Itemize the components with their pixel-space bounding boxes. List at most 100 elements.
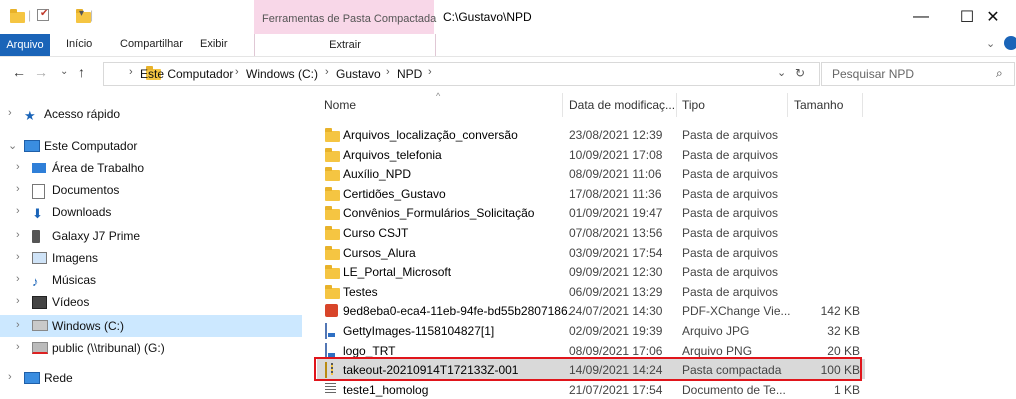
sidebar-item-downloads[interactable]: › ⬇ Downloads xyxy=(0,201,302,223)
back-arrow-icon[interactable]: ← xyxy=(12,64,26,80)
file-name: Certidões_Gustavo xyxy=(343,187,446,201)
address-dropdown-icon[interactable]: ⌄ xyxy=(777,66,786,79)
column-divider[interactable] xyxy=(787,93,788,117)
sidebar-item-rea-de-trabalho[interactable]: › Área de Trabalho xyxy=(0,157,302,179)
highlight-box xyxy=(314,357,862,381)
column-header-date[interactable]: Data de modificaç... xyxy=(569,98,675,112)
chevron-right-icon[interactable]: › xyxy=(8,371,12,383)
sidebar-item-documentos[interactable]: › Documentos xyxy=(0,179,302,201)
sidebar-item-label: Galaxy J7 Prime xyxy=(52,229,141,243)
chevron-right-icon[interactable]: › xyxy=(16,205,20,217)
breadcrumb-separator: › xyxy=(386,66,390,78)
column-divider[interactable] xyxy=(562,93,563,117)
column-header-size[interactable]: Tamanho xyxy=(794,98,843,112)
chevron-right-icon[interactable]: › xyxy=(16,183,20,195)
file-type: Pasta de arquivos xyxy=(682,128,779,142)
sidebar-item-public-tribunal-g[interactable]: › public (\\tribunal) (G:) xyxy=(0,337,302,359)
chevron-right-icon[interactable]: › xyxy=(16,229,20,241)
breadcrumb-separator: › xyxy=(325,66,329,78)
file-type: Pasta de arquivos xyxy=(682,187,779,201)
sidebar-item-windows-c[interactable]: › Windows (C:) xyxy=(0,315,302,337)
desktop-icon xyxy=(32,162,46,176)
file-date: 21/07/2021 17:54 xyxy=(569,383,663,397)
sidebar-item-v-deos[interactable]: › Vídeos xyxy=(0,291,302,313)
sidebar-item-imagens[interactable]: › Imagens xyxy=(0,247,302,269)
up-arrow-icon[interactable]: ↑ xyxy=(78,64,85,80)
drive-icon xyxy=(32,320,48,334)
network-drive-icon xyxy=(32,342,48,357)
sidebar-item-rede[interactable]: › Rede xyxy=(0,367,302,389)
tab-extrair[interactable]: Extrair xyxy=(254,34,436,56)
chevron-right-icon[interactable]: › xyxy=(16,319,20,331)
file-date: 07/08/2021 13:56 xyxy=(569,226,663,240)
refresh-icon[interactable]: ↻ xyxy=(795,66,805,80)
sidebar-item-label: Windows (C:) xyxy=(52,319,125,333)
breadcrumb-npd[interactable]: NPD xyxy=(397,67,422,81)
forward-arrow-icon[interactable]: → xyxy=(34,64,48,80)
breadcrumb-windows-c[interactable]: Windows (C:) xyxy=(246,67,318,81)
file-type: Pasta de arquivos xyxy=(682,167,779,181)
tab-exibir[interactable]: Exibir xyxy=(200,38,228,50)
sidebar-item-acesso-r-pido[interactable]: › ★ Acesso rápido xyxy=(0,103,302,125)
help-icon[interactable] xyxy=(1004,36,1016,50)
table-row[interactable]: Auxílio_NPD 08/09/2021 11:06 Pasta de arqu… xyxy=(317,163,865,183)
close-button[interactable]: ✕ xyxy=(970,0,1016,34)
file-size: 142 KB xyxy=(820,304,860,318)
table-row[interactable]: Cursos_Alura 03/09/2021 17:54 Pasta de arq… xyxy=(317,242,865,262)
table-row[interactable]: Convênios_Formulários_Solicitação 01/09/2… xyxy=(317,202,865,222)
properties-icon[interactable]: ✔ xyxy=(37,8,49,21)
customize-quick-access-icon[interactable]: ▾ xyxy=(79,8,84,19)
file-size: 1 KB xyxy=(833,383,860,397)
column-divider[interactable] xyxy=(862,93,863,117)
breadcrumb-separator: › xyxy=(235,66,239,78)
column-header-name[interactable]: Nome xyxy=(324,98,356,112)
table-row[interactable]: Certidões_Gustavo 17/08/2021 11:36 Pasta d… xyxy=(317,183,865,203)
table-row[interactable]: teste1_homolog 21/07/2021 17:54 Documento … xyxy=(317,379,865,399)
documents-icon xyxy=(32,184,45,202)
table-row[interactable]: Testes 06/09/2021 13:29 Pasta de arquivos xyxy=(317,281,865,301)
minimize-icon: — xyxy=(913,8,929,25)
expand-ribbon-icon[interactable]: ⌄ xyxy=(986,37,995,50)
file-name: GettyImages-1158104827[1] xyxy=(343,324,495,338)
search-icon[interactable]: ⌕ xyxy=(996,66,1003,81)
file-date: 23/08/2021 12:39 xyxy=(569,128,663,142)
file-date: 09/09/2021 12:30 xyxy=(569,265,663,279)
table-row[interactable]: GettyImages-1158104827[1] 02/09/2021 19:3… xyxy=(317,320,865,340)
minimize-button[interactable]: — xyxy=(898,0,944,34)
sidebar-item-galaxy-j7-prime[interactable]: › Galaxy J7 Prime xyxy=(0,225,302,247)
breadcrumb-gustavo[interactable]: Gustavo xyxy=(336,67,381,81)
chevron-right-icon[interactable]: › xyxy=(16,161,20,173)
music-icon: ♪ xyxy=(32,274,39,289)
file-date: 24/07/2021 14:30 xyxy=(569,304,663,318)
sidebar-item-m-sicas[interactable]: › ♪ Músicas xyxy=(0,269,302,291)
table-row[interactable]: Arquivos_localização_conversão 23/08/2021… xyxy=(317,124,865,144)
table-row[interactable]: Arquivos_telefonia 10/09/2021 17:08 Pasta … xyxy=(317,144,865,164)
table-row[interactable]: LE_Portal_Microsoft 09/09/2021 12:30 Pasta… xyxy=(317,261,865,281)
column-header-type[interactable]: Tipo xyxy=(682,98,705,112)
sidebar-item-label: Acesso rápido xyxy=(44,107,121,121)
tab-inicio[interactable]: Início xyxy=(66,38,92,50)
folder-icon xyxy=(325,265,340,279)
tab-compartilhar[interactable]: Compartilhar xyxy=(120,38,183,50)
sidebar-item-este-computador[interactable]: ⌄ Este Computador xyxy=(0,135,302,157)
file-date: 03/09/2021 17:54 xyxy=(569,246,663,260)
recent-locations-icon[interactable]: ⌄ xyxy=(60,66,68,77)
chevron-right-icon[interactable]: › xyxy=(16,273,20,285)
chevron-right-icon[interactable]: › xyxy=(16,341,20,353)
tab-arquivo[interactable]: Arquivo xyxy=(0,34,50,56)
chevron-down-icon[interactable]: ⌄ xyxy=(8,139,17,152)
column-divider[interactable] xyxy=(676,93,677,117)
file-type: PDF-XChange Vie... xyxy=(682,304,791,318)
chevron-right-icon[interactable]: › xyxy=(16,295,20,307)
chevron-right-icon[interactable]: › xyxy=(16,251,20,263)
file-type: Pasta de arquivos xyxy=(682,246,779,260)
chevron-right-icon[interactable]: › xyxy=(8,107,12,119)
sidebar-item-label: Músicas xyxy=(52,273,97,287)
download-icon: ⬇ xyxy=(32,206,43,221)
file-date: 01/09/2021 19:47 xyxy=(569,206,663,220)
file-name: LE_Portal_Microsoft xyxy=(343,265,452,279)
file-type: Pasta de arquivos xyxy=(682,226,779,240)
table-row[interactable]: 9ed8eba0-eca4-11eb-94fe-bd55b2807186... 2… xyxy=(317,300,865,320)
table-row[interactable]: Curso CSJT 07/08/2021 13:56 Pasta de arqui… xyxy=(317,222,865,242)
breadcrumb-este-computador[interactable]: Este Computador xyxy=(140,67,233,81)
